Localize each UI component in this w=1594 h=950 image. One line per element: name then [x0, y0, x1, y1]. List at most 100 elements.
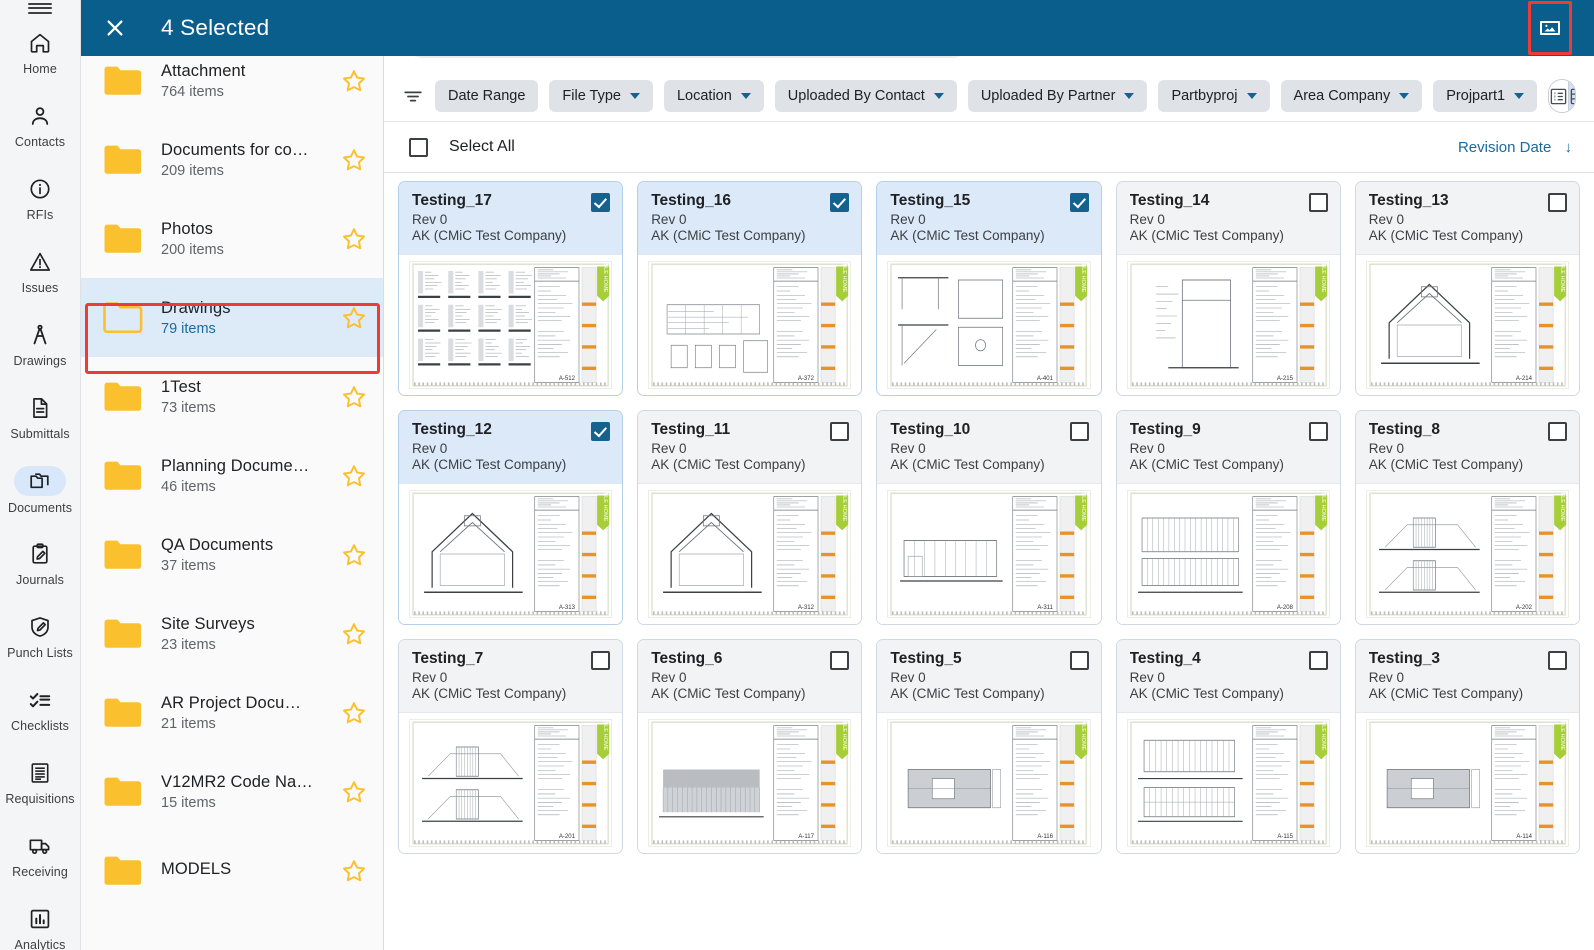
favorite-star-icon[interactable]: [341, 542, 367, 568]
sidebar-item-documents[interactable]: Documents: [0, 454, 80, 527]
folder-row[interactable]: 1Test 73 items: [81, 357, 383, 436]
folder-row[interactable]: Planning Docume… 46 items: [81, 436, 383, 515]
close-icon[interactable]: [91, 17, 139, 39]
card-thumbnail[interactable]: GABLE HOME A-215: [1116, 254, 1340, 395]
document-card[interactable]: Testing_10 Rev 0 AK (CMiC Test Company) GAB…: [876, 410, 1102, 625]
favorite-star-icon[interactable]: [341, 700, 367, 726]
list-view-icon[interactable]: [1549, 80, 1569, 112]
folder-row[interactable]: Site Surveys 23 items: [81, 594, 383, 673]
document-card[interactable]: Testing_16 Rev 0 AK (CMiC Test Company) GAB…: [637, 181, 863, 396]
sidebar-item-submittals[interactable]: Submittals: [0, 381, 80, 454]
favorite-star-icon[interactable]: [341, 305, 367, 331]
card-checkbox[interactable]: [1308, 422, 1328, 441]
card-thumbnail[interactable]: GABLE HOME A-214: [1355, 254, 1579, 395]
favorite-star-icon[interactable]: [341, 779, 367, 805]
document-card[interactable]: Testing_4 Rev 0 AK (CMiC Test Company) GABL…: [1115, 639, 1341, 854]
card-checkbox[interactable]: [1547, 651, 1567, 670]
card-thumbnail[interactable]: GABLE HOME A-201: [399, 712, 623, 853]
filter-chip-partbyproj[interactable]: Partbyproj: [1158, 80, 1270, 112]
document-card[interactable]: Testing_15 Rev 0 AK (CMiC Test Company) GAB…: [876, 181, 1102, 396]
folder-row[interactable]: MODELS: [81, 831, 383, 910]
folder-item-count: 23 items: [161, 636, 216, 653]
card-thumbnail[interactable]: GABLE HOME A-116: [877, 712, 1101, 853]
card-thumbnail[interactable]: GABLE HOME A-208: [1116, 483, 1340, 624]
select-all-checkbox[interactable]: [409, 137, 428, 157]
card-checkbox[interactable]: [830, 422, 850, 441]
folder-item-count: 46 items: [161, 478, 216, 495]
filter-chip-file-type[interactable]: File Type: [549, 80, 653, 112]
document-card[interactable]: Testing_11 Rev 0 AK (CMiC Test Company) GAB…: [637, 410, 863, 625]
card-checkbox[interactable]: [830, 193, 850, 212]
card-thumbnail[interactable]: GABLE HOME A-117: [638, 712, 862, 853]
card-checkbox[interactable]: [1547, 193, 1567, 212]
card-thumbnail[interactable]: GABLE HOME A-401: [877, 254, 1101, 395]
folder-row[interactable]: Photos 200 items: [81, 199, 383, 278]
revision-date-sort[interactable]: Revision Date ↓: [1458, 139, 1572, 156]
folder-row[interactable]: AR Project Docu… 21 items: [81, 673, 383, 752]
favorite-star-icon[interactable]: [341, 68, 367, 94]
sidebar-item-punch-lists[interactable]: Punch Lists: [0, 600, 80, 673]
card-thumbnail[interactable]: GABLE HOME A-313: [399, 483, 623, 624]
card-owner: AK (CMiC Test Company): [412, 686, 567, 701]
filter-chip-uploaded-by-contact[interactable]: Uploaded By Contact: [774, 80, 957, 112]
filter-chip-location[interactable]: Location: [663, 80, 764, 112]
card-thumbnail[interactable]: GABLE HOME A-115: [1116, 712, 1340, 853]
favorite-star-icon[interactable]: [341, 858, 367, 884]
grid-view-icon[interactable]: [1568, 80, 1576, 112]
folder-row[interactable]: V12MR2 Code Na… 15 items: [81, 752, 383, 831]
document-card[interactable]: Testing_13 Rev 0 AK (CMiC Test Company) GAB…: [1354, 181, 1580, 396]
card-checkbox[interactable]: [1069, 651, 1089, 670]
card-thumbnail[interactable]: GABLE HOME A-312: [638, 483, 862, 624]
card-checkbox[interactable]: [591, 193, 611, 212]
card-thumbnail[interactable]: GABLE HOME A-512: [399, 254, 623, 395]
card-checkbox[interactable]: [1069, 422, 1089, 441]
filter-chip-date-range[interactable]: Date Range: [435, 80, 539, 112]
favorite-star-icon[interactable]: [341, 621, 367, 647]
document-card[interactable]: Testing_6 Rev 0 AK (CMiC Test Company) GABL…: [637, 639, 863, 854]
document-card[interactable]: Testing_5 Rev 0 AK (CMiC Test Company) GABL…: [876, 639, 1102, 854]
document-card[interactable]: Testing_8 Rev 0 AK (CMiC Test Company) GABL…: [1354, 410, 1580, 625]
card-thumbnail[interactable]: GABLE HOME A-202: [1355, 483, 1579, 624]
hamburger-icon[interactable]: [0, 0, 80, 16]
image-icon[interactable]: [1528, 1, 1572, 55]
sidebar-item-receiving[interactable]: Receiving: [0, 819, 80, 892]
favorite-star-icon[interactable]: [341, 463, 367, 489]
card-checkbox[interactable]: [1069, 193, 1089, 212]
view-mode-toggle[interactable]: [1548, 79, 1576, 113]
folder-list[interactable]: Attachment 764 items Documents for co… 209 …: [81, 41, 383, 950]
sidebar-item-rfis[interactable]: RFIs: [0, 162, 80, 235]
favorite-star-icon[interactable]: [341, 147, 367, 173]
card-thumbnail[interactable]: GABLE HOME A-114: [1355, 712, 1579, 853]
card-checkbox[interactable]: [1547, 422, 1567, 441]
card-checkbox[interactable]: [591, 651, 611, 670]
filter-chip-projpart1[interactable]: Projpart1: [1433, 80, 1538, 112]
sidebar-item-home[interactable]: Home: [0, 16, 80, 89]
filter-chip-uploaded-by-partner[interactable]: Uploaded By Partner: [967, 80, 1148, 112]
sidebar-item-drawings[interactable]: Drawings: [0, 308, 80, 381]
sidebar-item-journals[interactable]: Journals: [0, 527, 80, 600]
filter-icon[interactable]: [402, 85, 424, 107]
document-card[interactable]: Testing_17 Rev 0 AK (CMiC Test Company) GAB…: [398, 181, 624, 396]
document-card[interactable]: Testing_7 Rev 0 AK (CMiC Test Company) GABL…: [398, 639, 624, 854]
favorite-star-icon[interactable]: [341, 384, 367, 410]
folder-row[interactable]: Drawings 79 items: [81, 278, 383, 357]
card-checkbox[interactable]: [1308, 651, 1328, 670]
favorite-star-icon[interactable]: [341, 226, 367, 252]
folder-row[interactable]: Documents for co… 209 items: [81, 120, 383, 199]
sidebar-item-analytics[interactable]: Analytics: [0, 892, 80, 950]
sidebar-item-issues[interactable]: Issues: [0, 235, 80, 308]
folder-row[interactable]: QA Documents 37 items: [81, 515, 383, 594]
card-thumbnail[interactable]: GABLE HOME A-311: [877, 483, 1101, 624]
sidebar-item-contacts[interactable]: Contacts: [0, 89, 80, 162]
card-thumbnail[interactable]: GABLE HOME A-372: [638, 254, 862, 395]
document-card[interactable]: Testing_9 Rev 0 AK (CMiC Test Company) GABL…: [1115, 410, 1341, 625]
filter-chip-area-company[interactable]: Area Company: [1280, 80, 1423, 112]
card-checkbox[interactable]: [830, 651, 850, 670]
sidebar-item-checklists[interactable]: Checklists: [0, 673, 80, 746]
document-card[interactable]: Testing_3 Rev 0 AK (CMiC Test Company) GABL…: [1354, 639, 1580, 854]
sidebar-item-requisitions[interactable]: Requisitions: [0, 746, 80, 819]
document-card[interactable]: Testing_14 Rev 0 AK (CMiC Test Company) GAB…: [1115, 181, 1341, 396]
card-checkbox[interactable]: [591, 422, 611, 441]
card-checkbox[interactable]: [1308, 193, 1328, 212]
document-card[interactable]: Testing_12 Rev 0 AK (CMiC Test Company) GAB…: [398, 410, 624, 625]
